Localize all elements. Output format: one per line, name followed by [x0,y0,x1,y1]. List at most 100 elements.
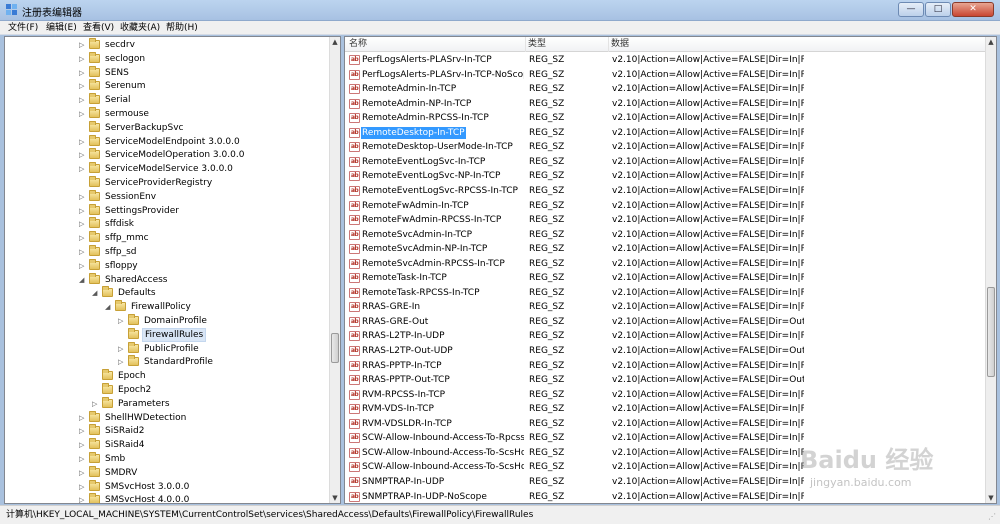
value-row[interactable]: ab RemoteEventLogSvc-NP-In-TCP REG_SZ v2.10… [345,169,986,183]
menu-help[interactable]: 帮助(H) [166,22,198,34]
string-value-icon: ab [349,287,360,298]
expand-arrow-icon[interactable]: ▷ [79,206,87,216]
maximize-icon: □ [933,4,943,14]
expand-arrow-icon[interactable]: ▷ [79,109,87,119]
value-row[interactable]: ab RemoteSvcAdmin-NP-In-TCP REG_SZ v2.10|Ac… [345,242,986,256]
value-row[interactable]: ab RVM-VDS-In-TCP REG_SZ v2.10|Action=Allow… [345,402,986,416]
title-bar[interactable]: 注册表编辑器 — □ ✕ [0,0,1000,21]
folder-icon [89,493,100,503]
value-row[interactable]: ab RemoteFwAdmin-In-TCP REG_SZ v2.10|Action… [345,199,986,213]
value-row[interactable]: ab SNMPTRAP-In-UDP-NoScope REG_SZ v2.10|Act… [345,490,986,504]
value-row[interactable]: ab RRAS-GRE-Out REG_SZ v2.10|Action=Allow|A… [345,315,986,329]
tree-scroll-thumb[interactable] [331,333,339,363]
menu-favorites[interactable]: 收藏夹(A) [120,22,160,34]
expand-arrow-icon[interactable]: ▷ [79,440,87,450]
scroll-up-icon[interactable]: ▲ [330,37,340,47]
value-row[interactable]: ab RVM-VDSLDR-In-TCP REG_SZ v2.10|Action=Al… [345,417,986,431]
collapse-arrow-icon[interactable]: ◢ [92,288,100,298]
value-type: REG_SZ [529,389,565,400]
expand-arrow-icon[interactable]: ▷ [79,68,87,78]
expand-arrow-icon[interactable]: ▷ [79,233,87,243]
value-row[interactable]: ab RemoteAdmin-RPCSS-In-TCP REG_SZ v2.10|Ac… [345,111,986,125]
expand-arrow-icon[interactable]: ▷ [79,40,87,50]
value-row[interactable]: ab RRAS-PPTP-Out-TCP REG_SZ v2.10|Action=Al… [345,373,986,387]
string-value-icon: ab [349,200,360,211]
value-row[interactable]: ab RemoteSvcAdmin-In-TCP REG_SZ v2.10|Actio… [345,228,986,242]
value-name: RVM-VDSLDR-In-TCP [362,418,452,429]
value-row[interactable]: ab PerfLogsAlerts-PLASrv-In-TCP REG_SZ v2.1… [345,53,986,67]
expand-arrow-icon[interactable]: ▷ [79,54,87,64]
menu-bar: 文件(F) 编辑(E) 查看(V) 收藏夹(A) 帮助(H) [0,21,1000,35]
expand-arrow-icon[interactable]: ▷ [118,357,126,367]
menu-view[interactable]: 查看(V) [83,22,114,34]
expand-arrow-icon[interactable]: ▷ [79,468,87,478]
expand-arrow-icon[interactable]: ▷ [118,344,126,354]
value-row[interactable]: ab RemoteAdmin-NP-In-TCP REG_SZ v2.10|Actio… [345,97,986,111]
expand-arrow-icon[interactable]: ▷ [79,150,87,160]
expand-arrow-icon[interactable]: ▷ [79,95,87,105]
folder-icon [89,438,100,450]
close-button[interactable]: ✕ [952,2,994,17]
string-value-icon: ab [349,215,360,226]
value-row[interactable]: ab RRAS-PPTP-In-TCP REG_SZ v2.10|Action=All… [345,359,986,373]
column-divider[interactable] [525,37,526,52]
value-row[interactable]: ab RemoteEventLogSvc-In-TCP REG_SZ v2.10|Ac… [345,155,986,169]
value-row[interactable]: ab RemoteDesktop-UserMode-In-TCP REG_SZ v2.… [345,140,986,154]
value-row[interactable]: ab RemoteTask-In-TCP REG_SZ v2.10|Action=Al… [345,271,986,285]
value-row[interactable]: ab SCW-Allow-Inbound-Access-To-ScsHo... RE… [345,446,986,460]
expand-arrow-icon[interactable]: ▷ [92,399,100,409]
expand-arrow-icon[interactable]: ▷ [79,164,87,174]
value-row[interactable]: ab RRAS-L2TP-In-UDP REG_SZ v2.10|Action=All… [345,329,986,343]
value-row[interactable]: ab RemoteTask-RPCSS-In-TCP REG_SZ v2.10|Act… [345,286,986,300]
string-value-icon: ab [349,244,360,255]
collapse-arrow-icon[interactable]: ◢ [79,275,87,285]
value-row[interactable]: ab SNMPTRAP-In-UDP REG_SZ v2.10|Action=Allo… [345,475,986,489]
value-row[interactable]: ab RRAS-L2TP-Out-UDP REG_SZ v2.10|Action=Al… [345,344,986,358]
expand-arrow-icon[interactable]: ▷ [79,137,87,147]
tree-item-label: ServiceProviderRegistry [105,178,213,188]
value-row[interactable]: ab RemoteFwAdmin-RPCSS-In-TCP REG_SZ v2.10|… [345,213,986,227]
column-header-type[interactable]: 类型 [528,39,546,50]
expand-arrow-icon[interactable]: ▷ [79,261,87,271]
value-row[interactable]: ab SCW-Allow-Inbound-Access-To-Rpcss... RE… [345,431,986,445]
resize-grip-icon[interactable]: ⋰ [988,512,998,522]
expand-arrow-icon[interactable]: ▷ [118,316,126,326]
expand-arrow-icon[interactable]: ▷ [79,495,87,503]
scroll-down-icon[interactable]: ▼ [330,493,340,503]
value-row[interactable]: ab PerfLogsAlerts-PLASrv-In-TCP-NoScope RE… [345,68,986,82]
value-row[interactable]: ab RemoteDesktop-In-TCP REG_SZ v2.10|Action… [345,126,986,140]
expand-arrow-icon[interactable]: ▷ [79,413,87,423]
value-row[interactable]: ab RVM-RPCSS-In-TCP REG_SZ v2.10|Action=All… [345,388,986,402]
value-row[interactable]: ab RemoteEventLogSvc-RPCSS-In-TCP REG_SZ v2… [345,184,986,198]
value-name: RRAS-L2TP-Out-UDP [362,346,453,356]
column-header-data[interactable]: 数据 [611,39,629,50]
expand-arrow-icon[interactable]: ▷ [79,192,87,202]
list-scrollbar[interactable]: ▲ ▼ [985,37,996,503]
expand-arrow-icon[interactable]: ▷ [79,219,87,229]
scroll-down-icon[interactable]: ▼ [986,493,996,503]
maximize-button[interactable]: □ [925,2,951,17]
column-header-name[interactable]: 名称 [349,39,367,50]
value-row[interactable]: ab RemoteSvcAdmin-RPCSS-In-TCP REG_SZ v2.10… [345,257,986,271]
value-row[interactable]: ab RRAS-GRE-In REG_SZ v2.10|Action=Allow|Ac… [345,300,986,314]
expand-arrow-icon[interactable]: ▷ [79,81,87,91]
list-scroll-thumb[interactable] [987,287,995,377]
expand-arrow-icon[interactable]: ▷ [79,247,87,257]
value-row[interactable]: ab RemoteAdmin-In-TCP REG_SZ v2.10|Action=A… [345,82,986,96]
scroll-up-icon[interactable]: ▲ [986,37,996,47]
tree-scrollbar[interactable]: ▲ ▼ [329,37,340,503]
expand-arrow-icon [79,178,87,188]
tree-item-label: SENS [105,67,129,78]
registry-value-list[interactable]: 名称 类型 数据 ab PerfLogsAlerts-PLASrv-In-TCP R… [344,36,997,504]
expand-arrow-icon[interactable]: ▷ [79,482,87,492]
collapse-arrow-icon[interactable]: ◢ [105,302,113,312]
value-row[interactable]: ab SCW-Allow-Inbound-Access-To-ScsHo... RE… [345,460,986,474]
registry-key-tree[interactable]: ▷ secdrv ▷ seclogon ▷ SENS ▷ Serenum ▷ Serial ▷ ser… [4,36,341,504]
minimize-button[interactable]: — [898,2,924,17]
expand-arrow-icon[interactable]: ▷ [79,454,87,464]
menu-file[interactable]: 文件(F) [8,22,38,34]
menu-edit[interactable]: 编辑(E) [46,22,77,34]
value-data: v2.10|Action=Allow|Active=FALSE|Dir=In|P… [612,171,804,182]
column-divider[interactable] [608,37,609,52]
expand-arrow-icon[interactable]: ▷ [79,426,87,436]
